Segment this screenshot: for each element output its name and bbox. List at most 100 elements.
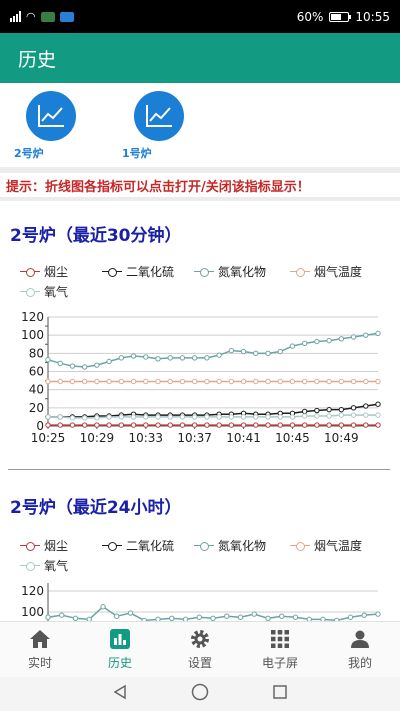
legend-item[interactable]: 氮氧化物 [194,263,266,280]
legend-item[interactable]: 氮氧化物 [194,537,266,554]
data-point [277,414,283,420]
data-point [127,610,134,616]
data-point [216,422,222,428]
data-point [143,414,149,420]
legend-marker [194,541,214,551]
data-point [204,355,210,361]
data-point [45,422,51,428]
x-tick-label: 10:49 [324,431,359,445]
legend-item[interactable]: 二氧化硫 [102,537,174,554]
data-point [301,408,308,415]
data-point [253,378,259,385]
legend-item[interactable]: 氧气 [20,557,68,574]
data-point [45,356,51,363]
legend-item[interactable]: 氧气 [20,283,68,300]
data-point [375,422,381,428]
data-point [363,422,369,428]
data-point [216,352,222,358]
data-point [253,422,259,428]
line-chart-24h[interactable]: 100 120 [0,583,400,621]
data-point [191,378,198,385]
data-point [265,414,271,420]
data-point [114,613,120,619]
x-tick-label: 10:37 [177,431,212,445]
recents-icon[interactable] [272,684,288,704]
nav-label: 我的 [347,656,372,670]
data-point [338,422,345,428]
legend-item[interactable]: 烟气温度 [290,537,362,554]
data-point [57,422,63,428]
data-point [210,615,216,621]
data-point [314,407,320,414]
furnace-selector: 2号炉 1号炉 [0,83,400,167]
data-point [363,332,369,338]
data-point [289,414,296,420]
furnace-button-2[interactable]: 2号炉 [14,91,106,161]
battery-icon [329,11,352,22]
legend-item[interactable]: 二氧化硫 [102,263,174,280]
legend-label: 氮氧化物 [218,265,267,279]
nav-tab-history[interactable]: 历史 [80,622,160,677]
data-point [237,614,244,620]
nav-label: 电子屏 [261,656,298,670]
nav-tab-mine[interactable]: 我的 [320,622,400,677]
data-point [347,614,354,620]
clock-time: 10:55 [355,9,390,24]
data-point [167,422,173,428]
data-point [118,355,125,361]
back-icon[interactable] [112,684,128,704]
data-point [118,414,125,420]
nav-tab-settings[interactable]: 设置 [160,622,240,677]
line-chart-30min[interactable]: 02040608010012010:25 10:29 10:33 10:37 10:41… [0,309,400,459]
nav-tab-realtime[interactable]: 实时 [0,622,80,677]
data-point [45,414,51,420]
data-point [45,378,51,385]
furnace-label: 2号炉 [14,147,44,160]
furnace-button-1[interactable]: 1号炉 [122,91,214,161]
data-point [375,401,381,407]
legend-item[interactable]: 烟尘 [20,263,68,280]
data-point [143,378,149,385]
legend-item[interactable]: 烟尘 [20,537,68,554]
data-point [106,378,112,385]
data-point [361,612,367,618]
app-root: ◠ 60% 10:55 历史 2号炉 1号炉 提示：折线图各指标可以点击打开/关… [0,0,400,711]
home-circle-icon[interactable] [191,683,209,705]
data-point [167,355,173,361]
data-point [326,406,332,413]
nav-label: 实时 [27,656,52,670]
y-tick-label: 40 [29,383,44,397]
legend-label: 二氧化硫 [126,265,175,279]
wifi-icon: ◠ [26,10,36,23]
data-point [350,405,357,411]
legend-marker [290,541,310,551]
gear-icon [189,628,211,650]
history-scroll-area[interactable]: 2号炉（最近30分钟） 烟尘 二氧化硫 氮氧化物 烟气温度 氧气 0 20 40 60 80 10… [0,201,400,621]
data-point [314,338,320,345]
furnace-label: 1号炉 [122,147,152,160]
data-point [240,378,247,385]
data-point [265,378,271,385]
data-point [94,422,100,428]
data-point [191,422,198,428]
data-point [289,343,296,349]
data-point [375,378,381,385]
data-point [240,348,247,355]
x-tick-label: 10:45 [275,431,310,445]
data-point [94,415,100,421]
data-point [72,615,79,621]
data-point [191,355,198,361]
line-chart-icon [134,91,184,141]
y-tick-label: 120 [21,310,44,324]
legend-label: 氧气 [44,559,69,573]
nav-tab-screen[interactable]: 电子屏 [240,622,320,677]
hint-text: 提示：折线图各指标可以点击打开/关闭该指标显示！ [0,173,400,197]
data-point [301,422,308,428]
data-point [292,614,299,620]
legend-marker [20,287,40,297]
status-left-icons: ◠ [10,10,74,23]
data-point [265,422,271,428]
legend-item[interactable]: 烟气温度 [290,263,362,280]
data-point [81,422,88,428]
data-point [289,422,296,428]
